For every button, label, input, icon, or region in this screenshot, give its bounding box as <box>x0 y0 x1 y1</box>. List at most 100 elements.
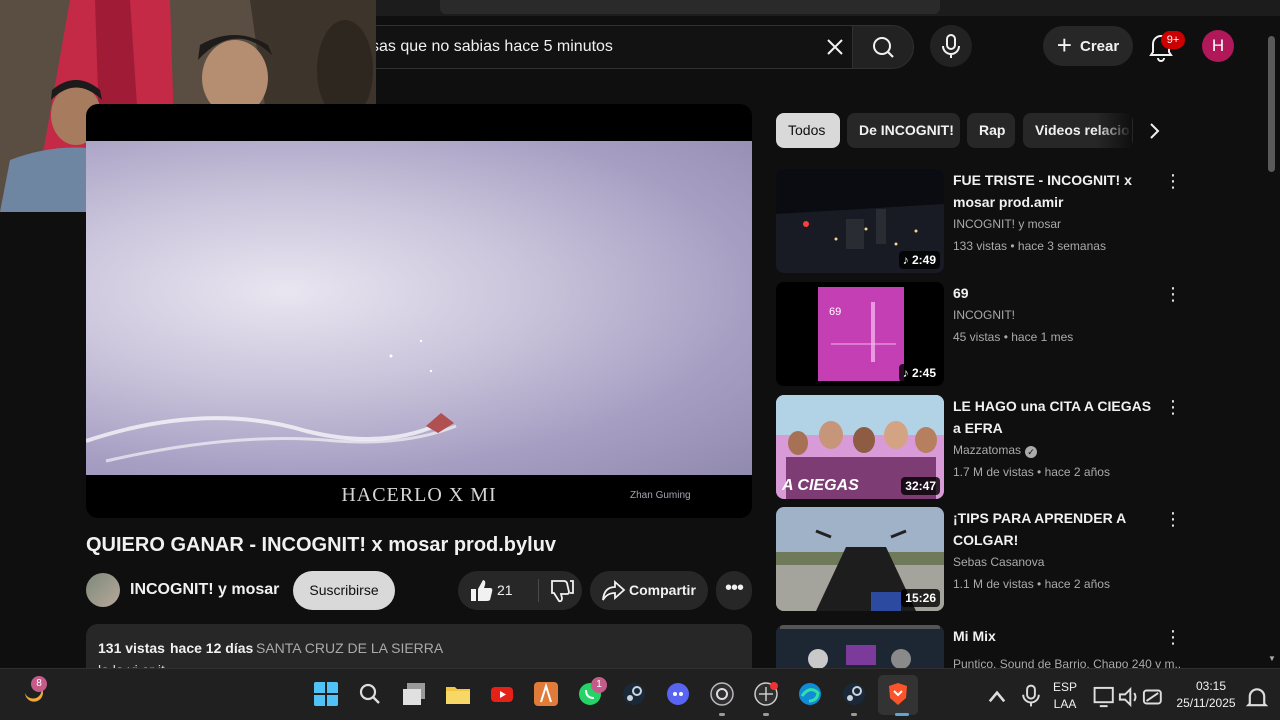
create-button[interactable]: + Crear <box>1043 26 1133 66</box>
related-title[interactable]: 69 <box>953 282 1157 304</box>
chips-next-button[interactable] <box>1140 117 1168 145</box>
network-icon[interactable] <box>1092 684 1118 710</box>
clock-time[interactable]: 03:15 <box>1196 679 1226 693</box>
more-vertical-icon[interactable]: ⋮ <box>1164 509 1182 533</box>
related-title[interactable]: FUE TRISTE - INCOGNIT! x mosar prod.amir <box>953 169 1157 213</box>
related-video[interactable]: 69 ♪ 2:45 69 INCOGNIT! 45 vistas • hace … <box>776 282 1182 386</box>
youtube-app-icon[interactable] <box>489 681 515 707</box>
related-title[interactable]: LE HAGO una CITA A CIEGAS a EFRA <box>953 395 1157 439</box>
verified-badge-icon: ✓ <box>1025 446 1038 458</box>
related-video[interactable]: A CIEGAS 32:47 LE HAGO una CITA A CIEGAS… <box>776 395 1182 499</box>
related-meta: 1.1 M de vistas • hace 2 años <box>953 577 1110 591</box>
video-artwork <box>86 339 457 463</box>
search-button[interactable] <box>852 25 914 69</box>
steam-icon[interactable] <box>621 681 647 707</box>
share-icon <box>602 579 626 601</box>
duration-badge: ♪ 2:45 <box>898 364 940 382</box>
keyboard-layout[interactable]: LAA <box>1050 697 1080 711</box>
video-thumbnail[interactable] <box>776 625 944 668</box>
related-title[interactable]: ¡TIPS PARA APRENDER A COLGAR! <box>953 507 1157 551</box>
running-indicator <box>719 713 725 716</box>
like-count: 21 <box>497 582 513 598</box>
view-count: 131 vistas <box>98 640 165 656</box>
related-channel[interactable]: Puntico, Sound de Barrio, Chapo 240 y m.… <box>953 657 1180 668</box>
related-video[interactable]: 15:26 ¡TIPS PARA APRENDER A COLGAR! Seba… <box>776 507 1182 611</box>
related-meta: 1.7 M de vistas • hace 2 años <box>953 465 1110 479</box>
share-button[interactable]: Compartir <box>590 571 708 610</box>
related-channel[interactable]: INCOGNIT! y mosar <box>953 217 1061 231</box>
related-title[interactable]: Mi Mix <box>953 625 1157 647</box>
brave-browser-icon[interactable] <box>885 681 911 707</box>
microphone-icon <box>942 34 960 58</box>
close-icon <box>827 39 843 55</box>
location-tag[interactable]: SANTA CRUZ DE LA SIERRA <box>256 640 443 656</box>
clear-search-button[interactable] <box>820 35 850 65</box>
edge-icon[interactable] <box>797 681 823 707</box>
video-thumbnail[interactable]: 15:26 <box>776 507 944 611</box>
app-icon[interactable] <box>533 681 559 707</box>
volume-icon[interactable] <box>1116 684 1142 710</box>
active-indicator <box>895 713 909 716</box>
more-actions-button[interactable]: ••• <box>716 571 752 610</box>
related-meta: 45 vistas • hace 1 mes <box>953 330 1074 344</box>
clock-date[interactable]: 25/11/2025 <box>1172 696 1240 710</box>
scroll-down-arrow-icon[interactable]: ▼ <box>1268 654 1276 663</box>
related-channel[interactable]: Mazzatomas ✓ <box>953 443 1038 458</box>
related-channel[interactable]: INCOGNIT! <box>953 308 1015 322</box>
file-explorer-icon[interactable] <box>445 681 471 707</box>
notification-center-icon[interactable] <box>1244 685 1270 711</box>
video-thumbnail[interactable]: 69 ♪ 2:45 <box>776 282 944 386</box>
thumb-text: 69 <box>829 306 842 318</box>
video-player[interactable]: Zhan Guming HACERLO X MI <box>86 104 752 518</box>
more-vertical-icon[interactable]: ⋮ <box>1164 397 1182 421</box>
windows-taskbar: 8 1 ESP LAA 03:15 25/11/2025 <box>0 668 1280 720</box>
chip-todos[interactable]: Todos <box>776 113 840 148</box>
chevron-up-icon[interactable] <box>984 684 1010 710</box>
video-thumbnail[interactable]: A CIEGAS 32:47 <box>776 395 944 499</box>
running-indicator <box>763 713 769 716</box>
obs-icon[interactable] <box>709 681 735 707</box>
account-avatar[interactable]: H <box>1202 30 1234 62</box>
task-view-icon[interactable] <box>401 681 427 707</box>
subscribe-button[interactable]: Suscribirse <box>293 571 395 610</box>
like-dislike-group: 21 <box>458 571 582 610</box>
thumbs-down-icon <box>551 580 574 603</box>
discord-icon[interactable] <box>665 681 691 707</box>
create-label: Crear <box>1079 37 1120 55</box>
voice-search-button[interactable] <box>930 25 972 67</box>
music-note-icon: ♪ <box>902 366 912 380</box>
language-code[interactable]: ESP <box>1050 680 1080 694</box>
video-owner-row: INCOGNIT! y mosar Suscribirse 21 Compart… <box>86 571 752 611</box>
search-icon <box>873 37 894 58</box>
related-channel[interactable]: Sebas Casanova <box>953 555 1044 569</box>
chip-rap[interactable]: Rap <box>967 113 1015 148</box>
page-scrollbar[interactable] <box>1266 28 1278 668</box>
battery-icon[interactable] <box>1140 684 1166 710</box>
related-video[interactable]: ♪ 2:49 FUE TRISTE - INCOGNIT! x mosar pr… <box>776 169 1182 273</box>
microphone-icon[interactable] <box>1018 683 1044 709</box>
steam-icon[interactable] <box>841 681 867 707</box>
scrollbar-thumb[interactable] <box>1268 36 1275 172</box>
duration-badge: ♪ 2:49 <box>898 251 940 269</box>
related-mix[interactable]: Mi Mix Puntico, Sound de Barrio, Chapo 2… <box>776 625 1180 668</box>
more-horizontal-icon: ••• <box>724 577 744 599</box>
widget-badge: 8 <box>31 676 47 692</box>
music-note-icon: ♪ <box>902 253 912 267</box>
browser-tab[interactable] <box>440 0 940 14</box>
notifications-badge: 9+ <box>1161 31 1185 49</box>
channel-name[interactable]: INCOGNIT! y mosar <box>130 581 279 599</box>
channel-avatar[interactable] <box>86 573 120 607</box>
search-icon[interactable] <box>357 681 383 707</box>
video-caption: HACERLO X MI <box>341 484 497 506</box>
windows-start-icon[interactable] <box>313 681 339 707</box>
search-input[interactable]: sas que no sabias hace 5 minutos <box>300 25 852 69</box>
filter-chips: Todos De INCOGNIT! Rap Videos relacio <box>776 113 1172 149</box>
app-icon[interactable] <box>753 681 779 707</box>
more-vertical-icon[interactable]: ⋮ <box>1164 627 1180 651</box>
dislike-button[interactable] <box>539 571 582 610</box>
more-vertical-icon[interactable]: ⋮ <box>1164 171 1182 195</box>
more-vertical-icon[interactable]: ⋮ <box>1164 284 1182 308</box>
video-thumbnail[interactable]: ♪ 2:49 <box>776 169 944 273</box>
chip-de-incognit[interactable]: De INCOGNIT! <box>847 113 960 148</box>
like-button[interactable]: 21 <box>458 571 538 610</box>
